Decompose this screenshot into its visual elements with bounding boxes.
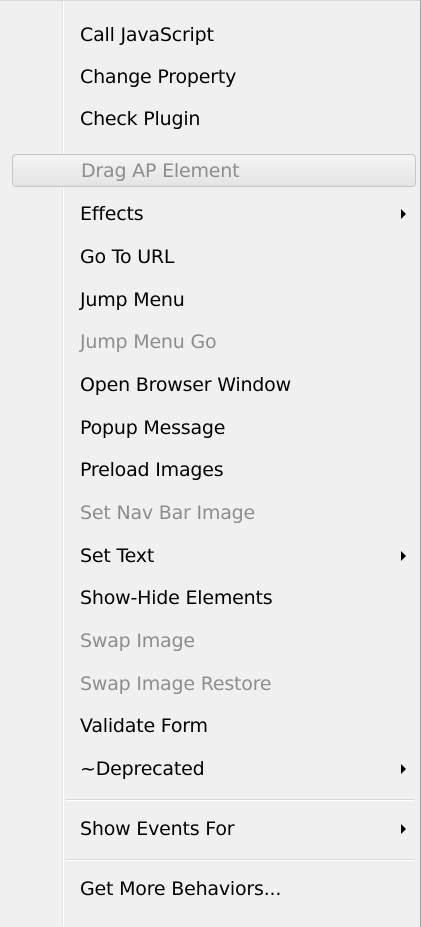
menu-item-label: Go To URL	[80, 245, 175, 268]
menu-item-label: Swap Image Restore	[80, 672, 272, 695]
menu-item-swap-image-restore[interactable]: Swap Image Restore	[4, 667, 416, 700]
menu-item-label: Drag AP Element	[81, 159, 240, 182]
menu-separator	[66, 799, 414, 801]
menu-item-label: Effects	[80, 202, 144, 225]
menu-item-label: Set Text	[80, 544, 155, 567]
menu-item-jump-menu-go[interactable]: Jump Menu Go	[4, 325, 416, 358]
menu-item-label: Show-Hide Elements	[80, 586, 273, 609]
menu-item-label: Get More Behaviors...	[80, 877, 282, 900]
menu-item-label: Open Browser Window	[80, 373, 291, 396]
menu-item-go-to-url[interactable]: Go To URL	[4, 240, 416, 273]
menu-item-swap-image[interactable]: Swap Image	[4, 624, 416, 657]
menu-item-effects[interactable]: Effects	[4, 197, 416, 230]
submenu-arrow-icon	[401, 823, 406, 834]
menu-item-label: Call JavaScript	[80, 23, 214, 46]
menu-item-get-more-behaviors[interactable]: Get More Behaviors...	[4, 872, 416, 905]
menu-item-show-events-for[interactable]: Show Events For	[4, 812, 416, 845]
menu-item-check-plugin[interactable]: Check Plugin	[4, 102, 416, 135]
menu-item-popup-message[interactable]: Popup Message	[4, 411, 416, 444]
menu-item-label: Jump Menu Go	[80, 330, 217, 353]
menu-item-label: Popup Message	[80, 416, 226, 439]
submenu-arrow-icon	[401, 550, 406, 561]
menu-item-jump-menu[interactable]: Jump Menu	[4, 283, 416, 316]
menu-item-label: Check Plugin	[80, 107, 201, 130]
menu-item-open-browser-window[interactable]: Open Browser Window	[4, 368, 416, 401]
menu-item-label: Validate Form	[80, 714, 208, 737]
menu-item-call-javascript[interactable]: Call JavaScript	[4, 18, 416, 51]
menu-item-set-text[interactable]: Set Text	[4, 539, 416, 572]
menu-item-change-property[interactable]: Change Property	[4, 60, 416, 93]
menu-item-label: Set Nav Bar Image	[80, 501, 256, 524]
menu-item-label: Preload Images	[80, 458, 224, 481]
menu-item-deprecated[interactable]: ~Deprecated	[4, 752, 416, 785]
menu-item-show-hide-elements[interactable]: Show-Hide Elements	[4, 581, 416, 614]
menu-item-label: Jump Menu	[80, 288, 185, 311]
menu-item-drag-ap-element[interactable]: Drag AP Element	[12, 154, 416, 187]
menu-item-validate-form[interactable]: Validate Form	[4, 709, 416, 742]
menu-item-label: ~Deprecated	[80, 757, 205, 780]
menu-item-label: Show Events For	[80, 817, 235, 840]
submenu-arrow-icon	[401, 763, 406, 774]
menu-item-set-nav-bar-image[interactable]: Set Nav Bar Image	[4, 496, 416, 529]
menu-item-label: Change Property	[80, 65, 237, 88]
menu-item-preload-images[interactable]: Preload Images	[4, 453, 416, 486]
menu-item-label: Swap Image	[80, 629, 195, 652]
menu-separator	[66, 859, 414, 861]
behaviors-context-menu: Call JavaScript Change Property Check Pl…	[0, 0, 421, 927]
submenu-arrow-icon	[401, 208, 406, 219]
